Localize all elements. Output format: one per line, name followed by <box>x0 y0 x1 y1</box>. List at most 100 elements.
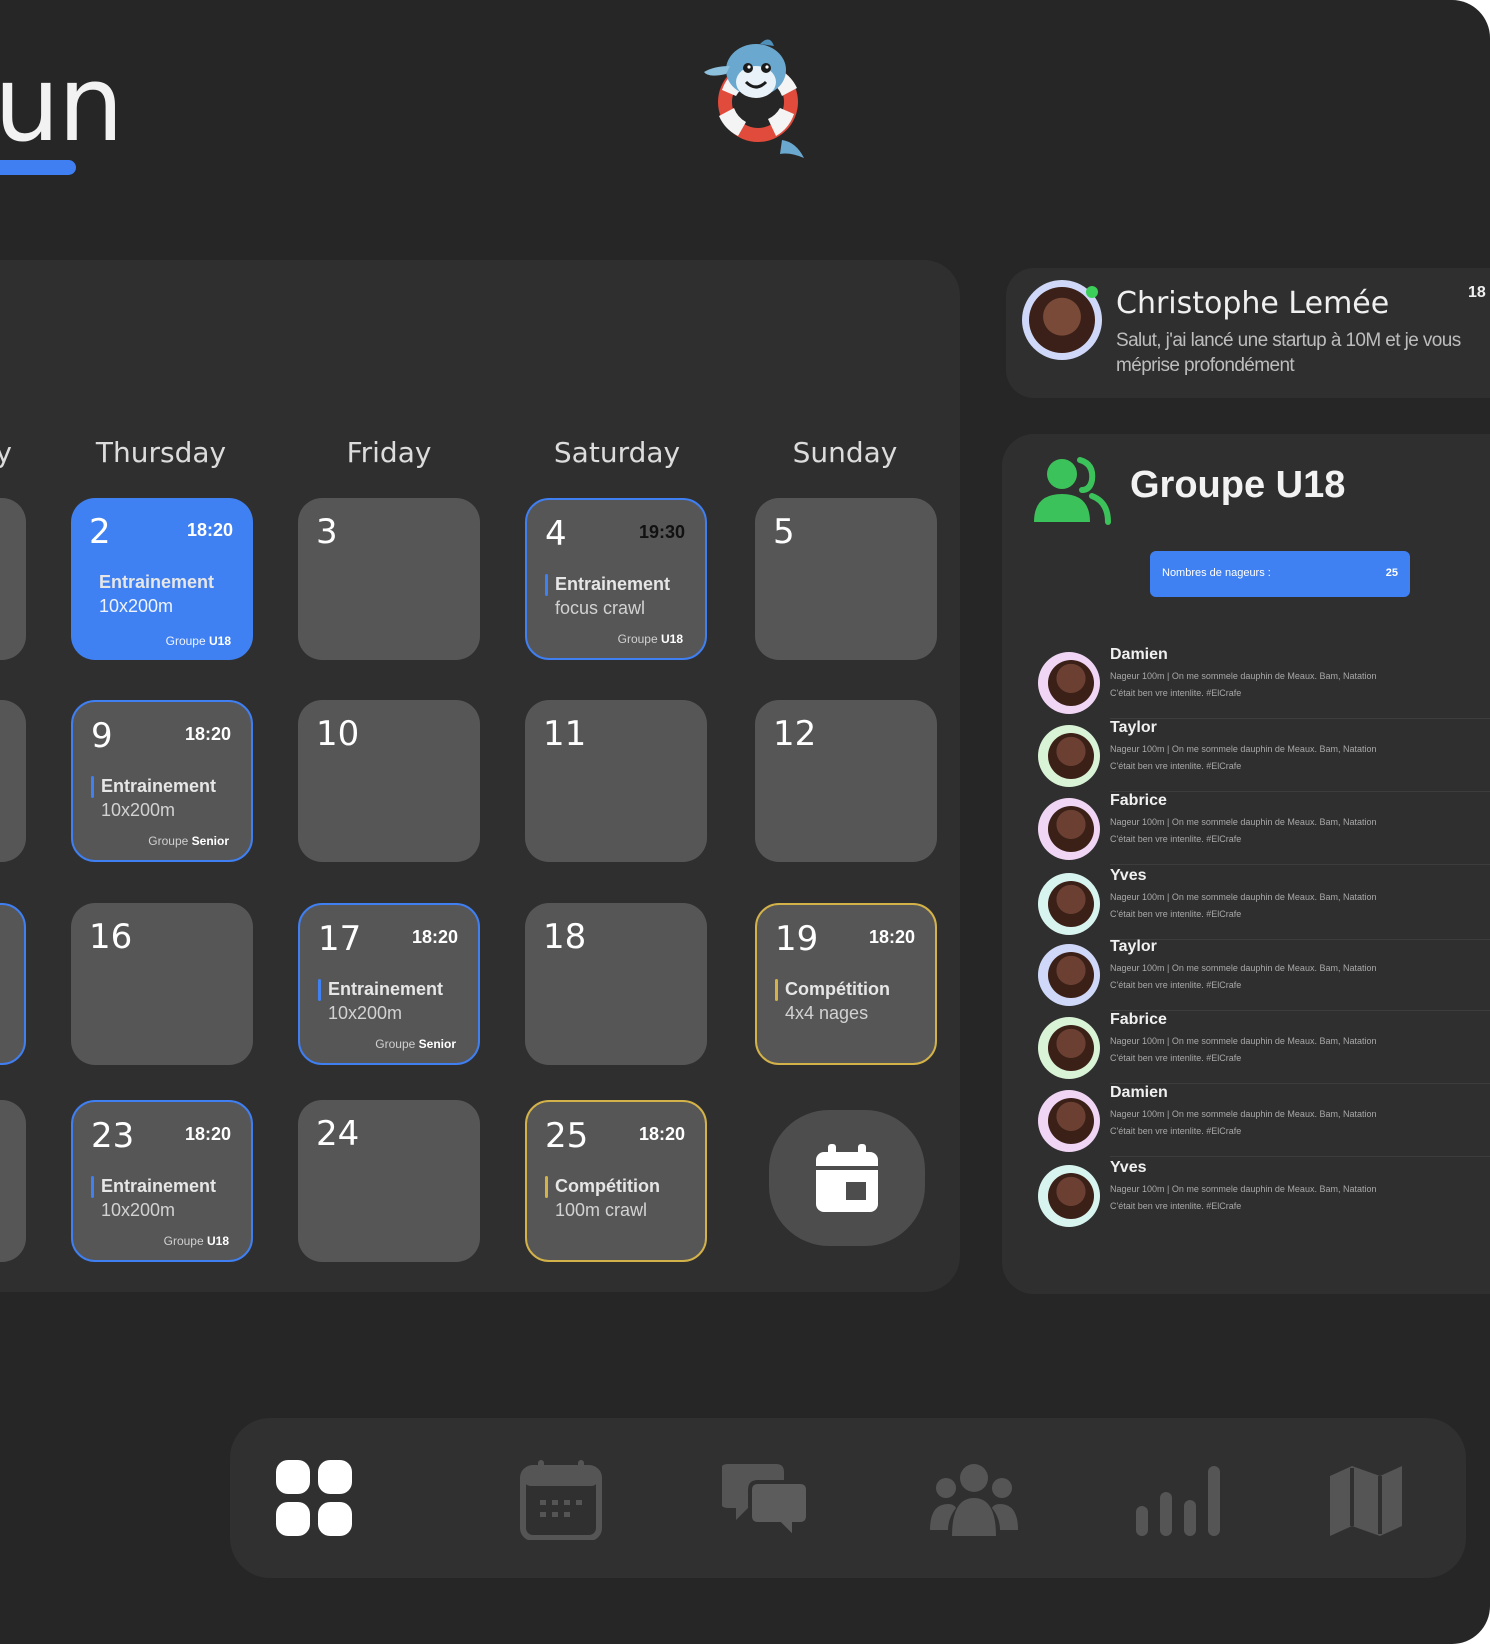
calendar-day-cell[interactable] <box>0 1100 26 1262</box>
calendar-day-12[interactable]: 12 <box>755 700 937 862</box>
divider <box>1110 939 1490 940</box>
day-number: 23 <box>91 1116 135 1156</box>
event-accent-bar <box>545 574 548 596</box>
divider <box>1110 718 1490 719</box>
bar-chart-icon[interactable] <box>1134 1466 1220 1536</box>
member-list-item[interactable]: Yves Nageur 100m | On me sommele dauphin… <box>1036 1159 1490 1235</box>
divider <box>1110 791 1490 792</box>
divider <box>1110 1010 1490 1011</box>
event-group: Groupe Senior <box>148 834 229 848</box>
member-name: Yves <box>1110 867 1147 884</box>
member-bio: Nageur 100m | On me sommele dauphin de M… <box>1110 817 1377 844</box>
team-icon[interactable] <box>930 1462 1018 1538</box>
member-list-item[interactable]: Damien Nageur 100m | On me sommele dauph… <box>1036 646 1490 722</box>
member-avatar <box>1038 798 1100 860</box>
group-prefix: Groupe <box>617 632 661 646</box>
calendar-day-18[interactable]: 18 <box>525 903 707 1065</box>
member-list-item[interactable]: Taylor Nageur 100m | On me sommele dauph… <box>1036 719 1490 795</box>
event-group: Groupe Senior <box>375 1037 456 1051</box>
member-list-item[interactable]: Damien Nageur 100m | On me sommele dauph… <box>1036 1084 1490 1160</box>
calendar-day-9[interactable]: 9 18:20 Entrainement 10x200m Groupe Seni… <box>71 700 253 862</box>
calendar-day-3[interactable]: 3 <box>298 498 480 660</box>
member-avatar <box>1038 725 1100 787</box>
calendar-day-11[interactable]: 11 <box>525 700 707 862</box>
event-info: Compétition 100m crawl <box>555 1174 697 1222</box>
calendar-icon[interactable] <box>520 1460 602 1540</box>
group-prefix: Groupe <box>165 634 209 648</box>
event-info: Entrainement 10x200m <box>99 570 245 618</box>
event-title: Compétition <box>555 1176 660 1196</box>
day-number: 3 <box>316 512 338 552</box>
member-avatar <box>1038 1090 1100 1152</box>
event-subtitle: 100m crawl <box>555 1200 648 1220</box>
member-name: Taylor <box>1110 938 1157 955</box>
event-time: 18:20 <box>411 927 458 947</box>
group-prefix: Groupe <box>375 1037 419 1051</box>
event-info: Entrainement 10x200m <box>101 774 243 822</box>
calendar-day-10[interactable]: 10 <box>298 700 480 862</box>
day-number: 10 <box>316 714 360 754</box>
event-time: 18:20 <box>184 1124 231 1144</box>
event-time: 18:20 <box>184 724 231 744</box>
day-number: 5 <box>773 512 795 552</box>
day-number: 9 <box>91 716 113 756</box>
member-bio: Nageur 100m | On me sommele dauphin de M… <box>1110 1184 1377 1211</box>
event-group: Groupe U18 <box>618 632 683 646</box>
event-subtitle: 10x200m <box>101 1200 176 1220</box>
day-number: 18 <box>543 917 587 957</box>
group-prefix: Groupe <box>163 1234 207 1248</box>
event-accent-bar <box>318 979 321 1001</box>
open-calendar-button[interactable] <box>769 1110 925 1246</box>
event-title: Entrainement <box>328 979 444 999</box>
calendar-day-cell[interactable] <box>0 903 26 1065</box>
event-group: Groupe U18 <box>164 1234 229 1248</box>
member-name: Damien <box>1110 646 1168 663</box>
event-info: Entrainement 10x200m <box>328 977 470 1025</box>
calendar-day-4[interactable]: 4 19:30 Entrainement focus crawl Groupe … <box>525 498 707 660</box>
event-time: 18:20 <box>868 927 915 947</box>
divider <box>1110 864 1490 865</box>
event-time: 18:20 <box>638 1124 685 1144</box>
chat-bubbles-icon[interactable] <box>722 1460 808 1540</box>
member-bio: Nageur 100m | On me sommele dauphin de M… <box>1110 963 1377 990</box>
event-subtitle: 10x200m <box>101 800 176 820</box>
calendar-day-24[interactable]: 24 <box>298 1100 480 1262</box>
member-list-item[interactable]: Fabrice Nageur 100m | On me sommele daup… <box>1036 792 1490 868</box>
calendar-icon <box>816 1144 878 1212</box>
calendar-day-2[interactable]: 2 18:20 Entrainement 10x200m Groupe U18 <box>71 498 253 660</box>
member-list-item[interactable]: Fabrice Nageur 100m | On me sommele daup… <box>1036 1011 1490 1087</box>
member-list-item[interactable]: Yves Nageur 100m | On me sommele dauphin… <box>1036 867 1490 943</box>
member-list-item[interactable]: Taylor Nageur 100m | On me sommele dauph… <box>1036 938 1490 1014</box>
calendar-day-16[interactable]: 16 <box>71 903 253 1065</box>
member-name: Taylor <box>1110 719 1157 736</box>
calendar-day-cell[interactable] <box>0 498 26 660</box>
group-name: U18 <box>208 634 231 648</box>
calendar-day-25[interactable]: 25 18:20 Compétition 100m crawl <box>525 1100 707 1262</box>
swimmer-count-bar: Nombres de nageurs : 25 <box>1150 551 1410 597</box>
group-name: Senior <box>191 834 229 848</box>
calendar-day-cell[interactable] <box>0 700 26 862</box>
title-underline <box>0 160 76 175</box>
event-accent-bar <box>545 1176 548 1198</box>
member-name: Yves <box>1110 1159 1147 1176</box>
calendar-day-17[interactable]: 17 18:20 Entrainement 10x200m Groupe Sen… <box>298 903 480 1065</box>
member-bio: Nageur 100m | On me sommele dauphin de M… <box>1110 671 1377 698</box>
member-avatar <box>1038 873 1100 935</box>
day-number: 25 <box>545 1116 589 1156</box>
day-number: 2 <box>89 512 111 552</box>
bottom-navigation <box>230 1418 1466 1578</box>
weekday-header-thursday: Thursday <box>95 436 227 469</box>
calendar-day-23[interactable]: 23 18:20 Entrainement 10x200m Groupe U18 <box>71 1100 253 1262</box>
calendar-day-19[interactable]: 19 18:20 Compétition 4x4 nages <box>755 903 937 1065</box>
calendar-day-5[interactable]: 5 <box>755 498 937 660</box>
dashboard-grid-icon[interactable] <box>276 1460 352 1536</box>
member-name: Damien <box>1110 1084 1168 1101</box>
member-bio: Nageur 100m | On me sommele dauphin de M… <box>1110 1036 1377 1063</box>
group-name: U18 <box>660 632 683 646</box>
event-subtitle: focus crawl <box>555 598 646 618</box>
member-bio: Nageur 100m | On me sommele dauphin de M… <box>1110 1109 1377 1136</box>
member-avatar <box>1038 944 1100 1006</box>
event-info: Entrainement 10x200m <box>101 1174 243 1222</box>
map-icon[interactable] <box>1330 1466 1402 1536</box>
event-subtitle: 10x200m <box>328 1003 403 1023</box>
